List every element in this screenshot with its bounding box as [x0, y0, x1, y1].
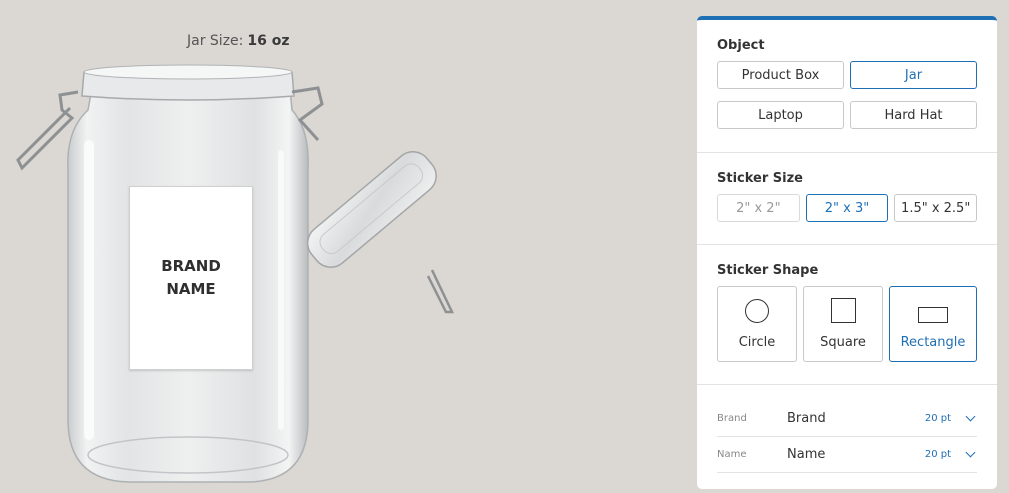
text-fields-section: Brand Brand 20 pt Name Name 20 pt [697, 385, 997, 473]
size-2x3-button[interactable]: 2" x 3" [805, 194, 889, 222]
chevron-down-icon[interactable] [965, 413, 977, 425]
shape-circle-button[interactable]: Circle [717, 286, 797, 362]
object-hard-hat-button[interactable]: Hard Hat [850, 101, 977, 129]
sticker-size-title: Sticker Size [717, 171, 803, 186]
jar-illustration [16, 64, 454, 483]
sticker-shape-section: Sticker Shape Circle Square Rectangle [697, 245, 997, 385]
brand-sticker: BRAND NAME [129, 186, 253, 370]
brand-field-row[interactable]: Brand Brand 20 pt [717, 401, 977, 437]
size-2x2-button[interactable]: 2" x 2" [717, 194, 800, 222]
name-field-label: Name [717, 449, 747, 460]
brand-field-label: Brand [717, 413, 747, 424]
name-field-value[interactable]: Name [787, 447, 925, 462]
sticker-size-section: Sticker Size 2" x 2" 2" x 3" 1.5" x 2.5" [697, 153, 997, 245]
chevron-down-icon[interactable] [965, 449, 977, 461]
sticker-shape-title: Sticker Shape [717, 263, 819, 278]
shape-square-button[interactable]: Square [803, 286, 883, 362]
options-panel: Object Product Box Jar Laptop Hard Hat S… [697, 16, 997, 489]
object-jar-button[interactable]: Jar [850, 61, 977, 89]
rectangle-icon [918, 307, 948, 323]
shape-square-label: Square [820, 335, 866, 350]
square-icon [830, 298, 856, 323]
sticker-text-brand: BRAND [161, 257, 221, 275]
brand-field-value[interactable]: Brand [787, 411, 925, 426]
circle-icon [745, 299, 769, 323]
jar-lid [306, 151, 437, 268]
brand-font-size: 20 pt [924, 413, 951, 424]
object-section: Object Product Box Jar Laptop Hard Hat [697, 20, 997, 153]
name-font-size: 20 pt [924, 449, 951, 460]
object-laptop-button[interactable]: Laptop [717, 101, 844, 129]
shape-circle-label: Circle [738, 335, 776, 350]
name-field-row[interactable]: Name Name 20 pt [717, 437, 977, 473]
shape-rectangle-button[interactable]: Rectangle [889, 286, 977, 362]
size-1-5x2-5-button[interactable]: 1.5" x 2.5" [894, 194, 978, 222]
object-title: Object [717, 38, 765, 53]
shape-rectangle-label: Rectangle [900, 335, 966, 350]
object-product-box-button[interactable]: Product Box [717, 61, 844, 89]
sticker-text-name: NAME [166, 280, 216, 298]
